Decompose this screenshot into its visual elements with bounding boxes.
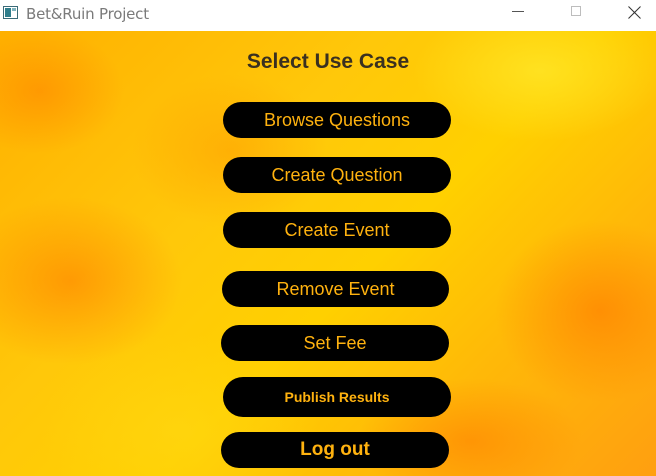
maximize-icon[interactable]: [553, 0, 599, 31]
minimize-icon[interactable]: [495, 0, 541, 31]
title-bar: Bet&Ruin Project: [0, 0, 656, 31]
app-icon: [3, 6, 18, 19]
set-fee-button[interactable]: Set Fee: [221, 325, 449, 361]
main-panel: Select Use Case Browse Questions Create …: [0, 31, 656, 476]
publish-results-button[interactable]: Publish Results: [223, 377, 451, 417]
log-out-button[interactable]: Log out: [221, 432, 449, 468]
window-title: Bet&Ruin Project: [26, 5, 149, 23]
remove-event-button[interactable]: Remove Event: [222, 271, 449, 307]
create-question-button[interactable]: Create Question: [223, 157, 451, 193]
create-event-button[interactable]: Create Event: [223, 212, 451, 248]
page-title: Select Use Case: [246, 50, 410, 73]
close-icon[interactable]: [611, 0, 656, 31]
browse-questions-button[interactable]: Browse Questions: [223, 102, 451, 138]
